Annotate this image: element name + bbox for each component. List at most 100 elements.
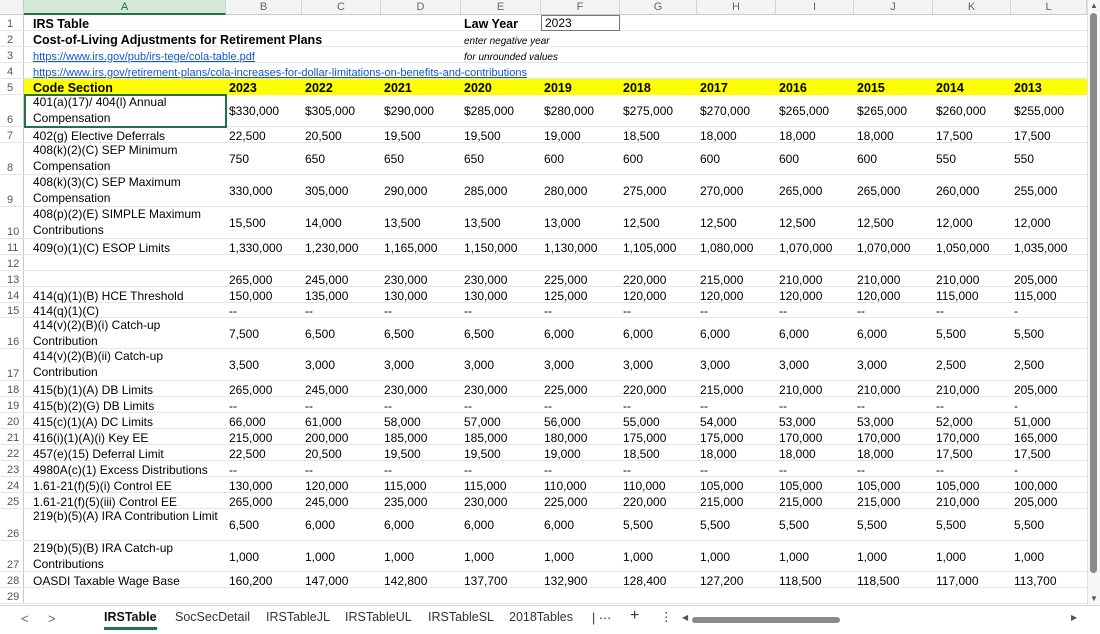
- value-cell[interactable]: 6,000: [302, 509, 381, 541]
- value-cell[interactable]: 105,000: [854, 477, 933, 493]
- value-cell[interactable]: 650: [381, 143, 461, 175]
- year-header-2013[interactable]: 2013: [1011, 79, 1087, 95]
- year-header-2018[interactable]: 2018: [620, 79, 697, 95]
- value-cell[interactable]: -: [1011, 461, 1087, 477]
- row-label[interactable]: 415(b)(1)(A) DB Limits: [30, 381, 222, 397]
- value-cell[interactable]: 135,000: [302, 287, 381, 303]
- value-cell[interactable]: -: [1011, 303, 1087, 318]
- row-header-1[interactable]: 1: [0, 15, 24, 31]
- value-cell[interactable]: $275,000: [620, 95, 697, 127]
- value-cell[interactable]: 22,500: [226, 127, 302, 143]
- value-cell[interactable]: 230,000: [461, 271, 541, 287]
- value-cell[interactable]: 5,500: [854, 509, 933, 541]
- value-cell[interactable]: 1,000: [620, 541, 697, 572]
- value-cell[interactable]: 220,000: [620, 493, 697, 509]
- value-cell[interactable]: 1,070,000: [776, 239, 854, 255]
- value-cell[interactable]: 52,000: [933, 413, 1011, 429]
- value-cell[interactable]: --: [226, 461, 302, 477]
- value-cell[interactable]: 105,000: [776, 477, 854, 493]
- value-cell[interactable]: 1,000: [854, 541, 933, 572]
- law-year-input[interactable]: 2023: [541, 15, 620, 31]
- row-label[interactable]: 402(g) Elective Deferrals: [30, 127, 222, 143]
- value-cell[interactable]: 265,000: [226, 271, 302, 287]
- value-cell[interactable]: 120,000: [620, 287, 697, 303]
- value-cell[interactable]: 210,000: [854, 271, 933, 287]
- value-cell[interactable]: 120,000: [854, 287, 933, 303]
- value-cell[interactable]: 3,000: [854, 349, 933, 381]
- value-cell[interactable]: 225,000: [541, 493, 620, 509]
- value-cell[interactable]: 245,000: [302, 381, 381, 397]
- value-cell[interactable]: 53,000: [854, 413, 933, 429]
- value-cell[interactable]: 115,000: [933, 287, 1011, 303]
- row-header-22[interactable]: 22: [0, 445, 24, 461]
- value-cell[interactable]: 1,000: [302, 541, 381, 572]
- year-header-2019[interactable]: 2019: [541, 79, 620, 95]
- value-cell[interactable]: 210,000: [776, 271, 854, 287]
- value-cell[interactable]: 147,000: [302, 572, 381, 588]
- year-header-2020[interactable]: 2020: [461, 79, 541, 95]
- row-header-21[interactable]: 21: [0, 429, 24, 445]
- value-cell[interactable]: 115,000: [461, 477, 541, 493]
- value-cell[interactable]: --: [381, 303, 461, 318]
- value-cell[interactable]: 330,000: [226, 175, 302, 207]
- value-cell[interactable]: 6,000: [461, 509, 541, 541]
- value-cell[interactable]: 230,000: [461, 381, 541, 397]
- value-cell[interactable]: $330,000: [226, 95, 302, 127]
- irs-cola-table-link[interactable]: https://www.irs.gov/pub/irs-tege/cola-ta…: [30, 47, 258, 63]
- value-cell[interactable]: 1,150,000: [461, 239, 541, 255]
- value-cell[interactable]: 56,000: [541, 413, 620, 429]
- value-cell[interactable]: $270,000: [697, 95, 776, 127]
- value-cell[interactable]: 230,000: [381, 381, 461, 397]
- value-cell[interactable]: --: [933, 303, 1011, 318]
- value-cell[interactable]: 260,000: [933, 175, 1011, 207]
- column-header-c[interactable]: C: [302, 0, 381, 15]
- value-cell[interactable]: 118,500: [776, 572, 854, 588]
- row-label[interactable]: 1.61-21(f)(5)(iii) Control EE: [30, 493, 222, 509]
- value-cell[interactable]: 225,000: [541, 271, 620, 287]
- value-cell[interactable]: $265,000: [776, 95, 854, 127]
- value-cell[interactable]: 6,500: [226, 509, 302, 541]
- column-header-h[interactable]: H: [697, 0, 776, 15]
- value-cell[interactable]: 13,000: [541, 207, 620, 239]
- year-header-2022[interactable]: 2022: [302, 79, 381, 95]
- sheet-tab-irstableul[interactable]: IRSTableUL: [345, 610, 412, 624]
- value-cell[interactable]: 105,000: [933, 477, 1011, 493]
- value-cell[interactable]: 20,500: [302, 445, 381, 461]
- scroll-left-icon[interactable]: ◀: [682, 613, 688, 622]
- sheet-tab-2018tables[interactable]: 2018Tables: [509, 610, 573, 624]
- value-cell[interactable]: 61,000: [302, 413, 381, 429]
- value-cell[interactable]: 245,000: [302, 271, 381, 287]
- value-cell[interactable]: 18,500: [620, 445, 697, 461]
- value-cell[interactable]: 265,000: [854, 175, 933, 207]
- scroll-up-icon[interactable]: ▲: [1090, 1, 1098, 10]
- row-header-4[interactable]: 4: [0, 63, 24, 79]
- value-cell[interactable]: 2,500: [933, 349, 1011, 381]
- row-header-8[interactable]: 8: [0, 143, 24, 175]
- scroll-down-icon[interactable]: ▼: [1090, 594, 1098, 603]
- row-header-10[interactable]: 10: [0, 207, 24, 239]
- value-cell[interactable]: 6,000: [697, 318, 776, 349]
- column-header-d[interactable]: D: [381, 0, 461, 15]
- year-header-2017[interactable]: 2017: [697, 79, 776, 95]
- sheet-subtitle[interactable]: Cost-of-Living Adjustments for Retiremen…: [30, 31, 325, 47]
- sheet-tab-irstable[interactable]: IRSTable: [104, 610, 157, 630]
- row-header-29[interactable]: 29: [0, 588, 24, 604]
- value-cell[interactable]: 18,500: [620, 127, 697, 143]
- value-cell[interactable]: 215,000: [697, 381, 776, 397]
- value-cell[interactable]: 170,000: [933, 429, 1011, 445]
- more-options-icon[interactable]: ⋮: [660, 609, 673, 624]
- value-cell[interactable]: 3,000: [302, 349, 381, 381]
- row-header-12[interactable]: 12: [0, 255, 24, 271]
- row-label[interactable]: 416(i)(1)(A)(i) Key EE: [30, 429, 222, 445]
- value-cell[interactable]: 220,000: [620, 381, 697, 397]
- value-cell[interactable]: 650: [302, 143, 381, 175]
- value-cell[interactable]: 19,000: [541, 127, 620, 143]
- value-cell[interactable]: 215,000: [776, 493, 854, 509]
- value-cell[interactable]: 1,000: [933, 541, 1011, 572]
- value-cell[interactable]: 215,000: [697, 271, 776, 287]
- value-cell[interactable]: 18,000: [854, 445, 933, 461]
- value-cell[interactable]: 265,000: [776, 175, 854, 207]
- value-cell[interactable]: 53,000: [776, 413, 854, 429]
- value-cell[interactable]: 18,000: [697, 445, 776, 461]
- row-header-23[interactable]: 23: [0, 461, 24, 477]
